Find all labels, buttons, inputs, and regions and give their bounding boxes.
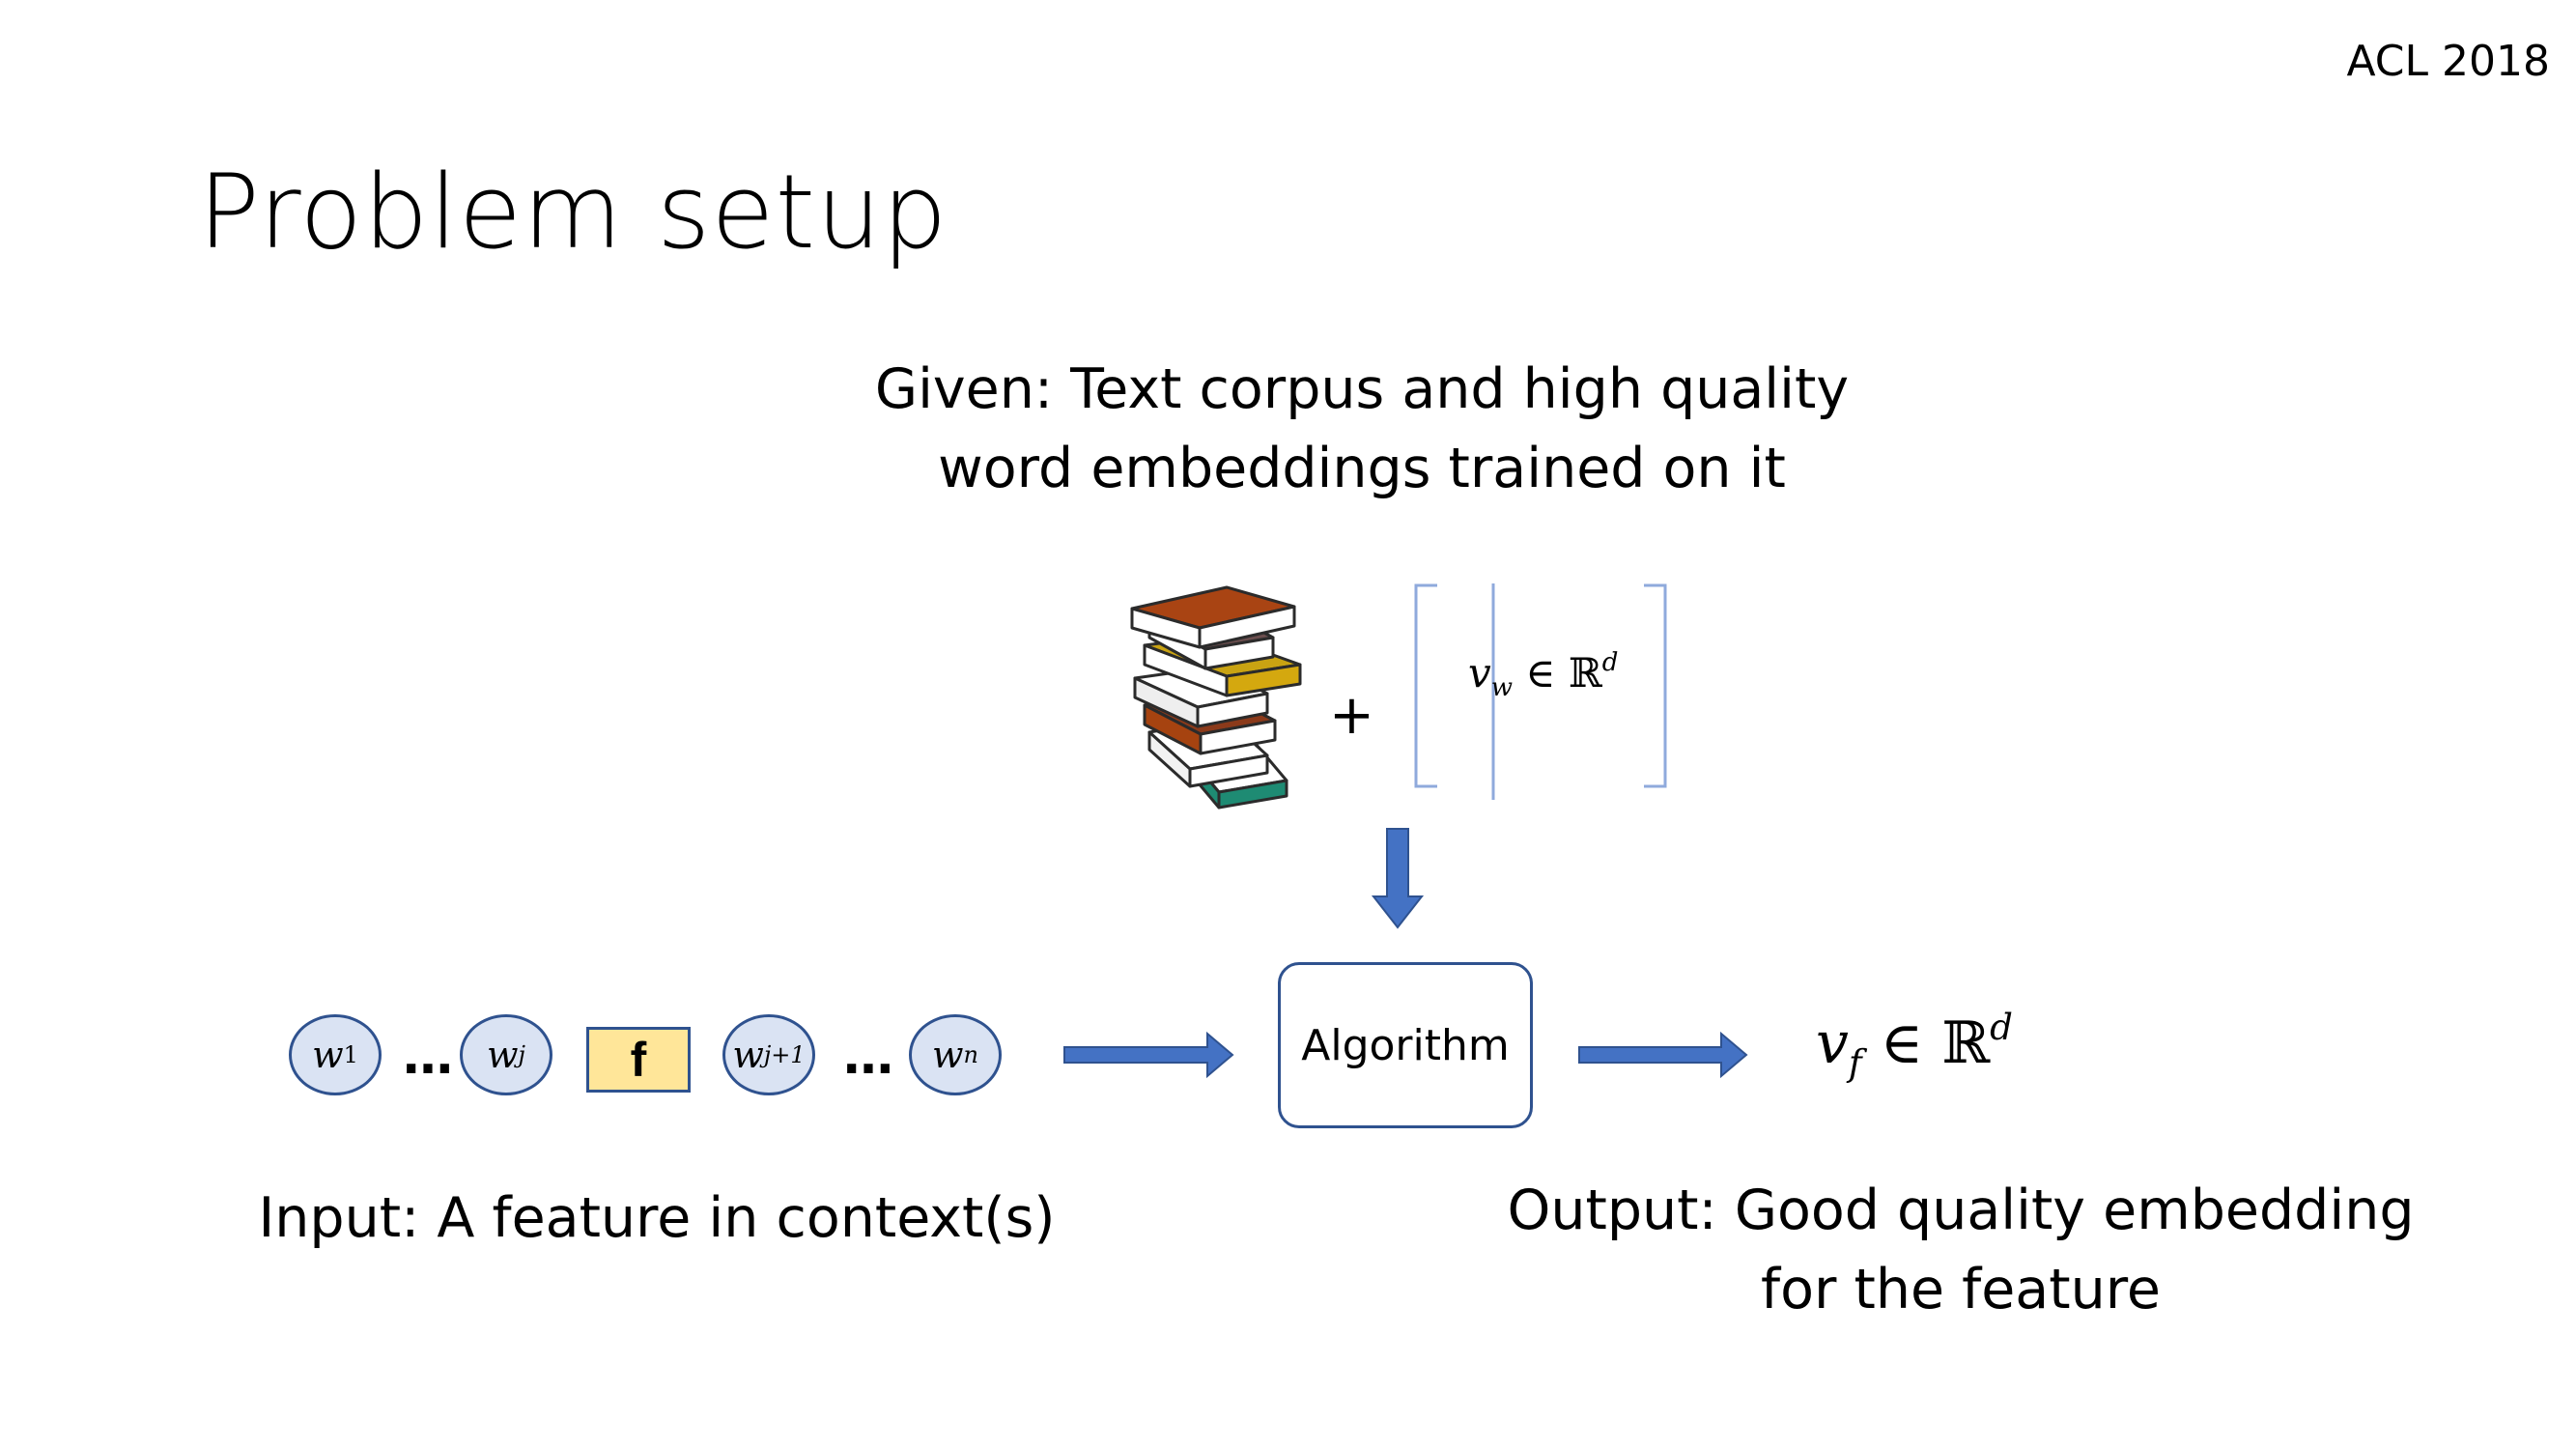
output-caption-line-2: for the feature — [1761, 1258, 2161, 1321]
algorithm-box: Algorithm — [1278, 962, 1533, 1128]
input-arrow — [1063, 1031, 1234, 1079]
token-wj-plus-1: w j+1 — [722, 1014, 815, 1095]
ellipsis-right: … — [843, 1028, 893, 1086]
word-vector-superscript: d — [1601, 648, 1619, 678]
token-w1: w1 — [289, 1014, 382, 1095]
word-vector-relation: ∈ — [1525, 649, 1556, 696]
token-subscript: 1 — [343, 1041, 358, 1068]
plus-sign: + — [1329, 684, 1374, 747]
word-vector-label: vw ∈ ℝd — [1468, 648, 1619, 702]
token-symbol: w — [487, 1034, 519, 1076]
output-vector-relation: ∈ — [1880, 1009, 1924, 1077]
word-vector-subscript: w — [1490, 673, 1514, 703]
output-caption: Output: Good quality embedding for the f… — [1468, 1171, 2453, 1329]
output-vector-superscript: d — [1990, 1005, 2013, 1048]
token-wj: wj — [460, 1014, 552, 1095]
token-symbol: w — [312, 1034, 344, 1076]
token-symbol: w — [732, 1034, 764, 1076]
output-vector-label: vf ∈ ℝd — [1816, 1005, 2013, 1084]
token-wn: wn — [909, 1014, 1002, 1095]
down-arrow — [1371, 828, 1425, 929]
word-vector-space: ℝ — [1568, 649, 1602, 696]
books-stack-icon — [1130, 585, 1302, 810]
token-subscript: j+1 — [763, 1041, 806, 1068]
token-symbol: w — [932, 1034, 964, 1076]
token-subscript: j — [518, 1041, 525, 1068]
input-caption: Input: A feature in context(s) — [258, 1186, 1056, 1250]
output-vector-space: ℝ — [1941, 1009, 1991, 1077]
output-vector-symbol: v — [1816, 1009, 1849, 1077]
output-vector-subscript: f — [1848, 1041, 1862, 1085]
ellipsis-left: … — [403, 1028, 453, 1086]
output-arrow — [1578, 1031, 1748, 1079]
feature-box: f — [586, 1027, 691, 1093]
output-caption-line-1: Output: Good quality embedding — [1507, 1179, 2415, 1242]
token-subscript: n — [963, 1041, 978, 1068]
word-vector-symbol: v — [1468, 649, 1491, 696]
algorithm-label: Algorithm — [1301, 1020, 1510, 1070]
